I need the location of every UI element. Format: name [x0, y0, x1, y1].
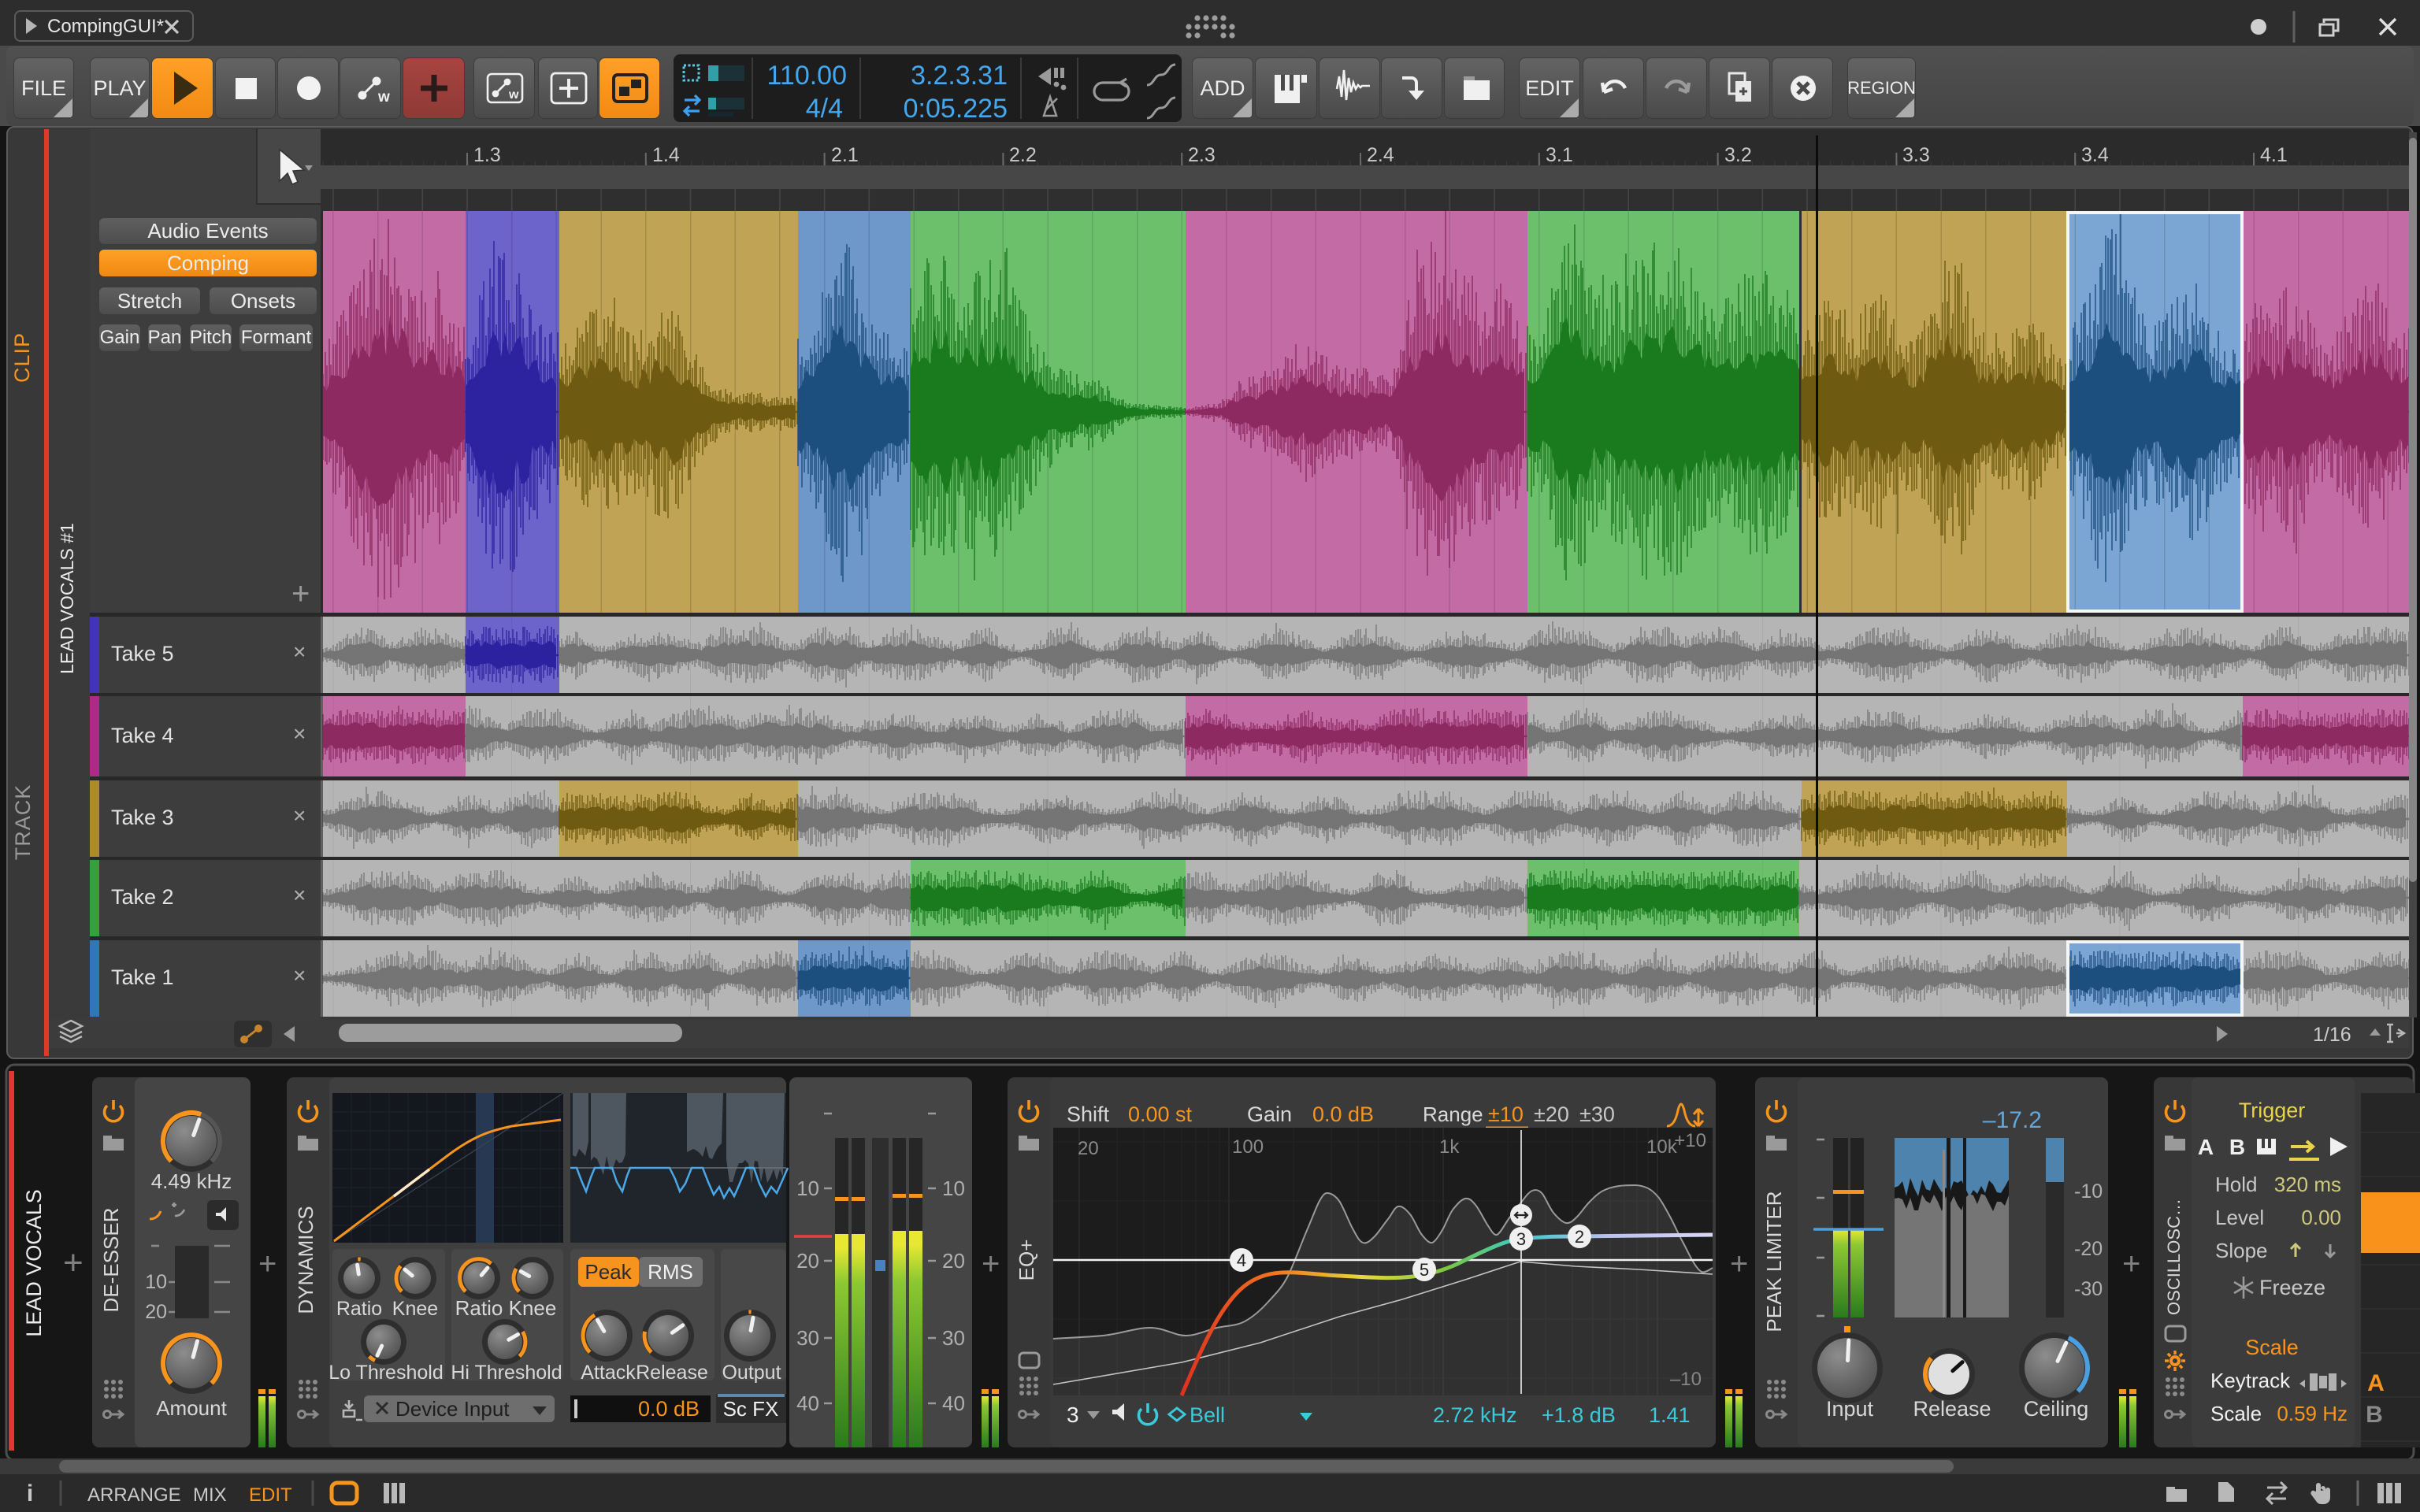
svg-text:OSCILLOSC…: OSCILLOSC…	[2164, 1199, 2184, 1315]
svg-text:+: +	[2122, 1247, 2140, 1281]
svg-text:Knee: Knee	[392, 1298, 438, 1320]
svg-text:A: A	[2198, 1135, 2214, 1159]
svg-text:+: +	[1730, 1247, 1748, 1281]
svg-text:ARRANGE: ARRANGE	[87, 1484, 181, 1506]
svg-text:±20: ±20	[1534, 1102, 1569, 1126]
svg-text:Device Input: Device Input	[395, 1397, 510, 1421]
svg-text:Knee: Knee	[509, 1296, 557, 1320]
svg-text:Slope: Slope	[2215, 1239, 2268, 1262]
svg-text:Ratio: Ratio	[455, 1296, 503, 1320]
svg-text:Attack: Attack	[581, 1362, 636, 1384]
svg-text:Amount: Amount	[156, 1396, 227, 1420]
svg-text:Input: Input	[1826, 1397, 1874, 1421]
svg-text:Sc FX: Sc FX	[723, 1397, 779, 1421]
svg-text:2.72 kHz: 2.72 kHz	[1433, 1403, 1517, 1427]
svg-text:B: B	[2229, 1135, 2245, 1159]
svg-text:Output: Output	[722, 1362, 781, 1384]
svg-text:-10: -10	[2074, 1180, 2103, 1203]
svg-text:LEAD VOCALS: LEAD VOCALS	[22, 1189, 46, 1337]
svg-text:w: w	[377, 89, 390, 106]
svg-text:DYNAMICS: DYNAMICS	[294, 1206, 317, 1314]
svg-text:30: 30	[942, 1326, 965, 1350]
svg-text:4: 4	[1237, 1251, 1246, 1270]
svg-text:20: 20	[796, 1249, 819, 1273]
svg-text:4.49 kHz: 4.49 kHz	[151, 1169, 232, 1193]
svg-text:+: +	[258, 1247, 277, 1281]
svg-text:Shift: Shift	[1067, 1102, 1110, 1126]
svg-text:Range: Range	[1423, 1102, 1483, 1126]
svg-text:Hi Threshold: Hi Threshold	[451, 1362, 562, 1384]
svg-text:2: 2	[1575, 1227, 1584, 1247]
svg-text:w: w	[508, 88, 519, 102]
svg-text:±10: ±10	[1488, 1102, 1524, 1126]
svg-text:Freeze: Freeze	[2259, 1276, 2325, 1299]
svg-text:30: 30	[796, 1326, 819, 1350]
svg-text:+: +	[982, 1247, 1000, 1281]
svg-text:Release: Release	[1913, 1397, 1991, 1421]
svg-text:Peak: Peak	[585, 1260, 632, 1284]
svg-text:Keytrack: Keytrack	[2210, 1369, 2291, 1392]
svg-text:-30: -30	[2074, 1278, 2103, 1300]
svg-text:40: 40	[796, 1392, 819, 1415]
svg-text:i: i	[27, 1480, 33, 1506]
svg-text:Ratio: Ratio	[336, 1298, 382, 1320]
svg-text:Lo Threshold: Lo Threshold	[328, 1362, 443, 1384]
svg-text:+1.8 dB: +1.8 dB	[1542, 1403, 1616, 1427]
svg-text:5: 5	[1420, 1260, 1429, 1280]
svg-text:10: 10	[796, 1177, 819, 1200]
svg-text:10: 10	[145, 1271, 167, 1293]
svg-text:10: 10	[942, 1177, 965, 1200]
svg-text:EQ+: EQ+	[1015, 1240, 1038, 1281]
svg-text:DE-ESSER: DE-ESSER	[99, 1208, 123, 1313]
svg-text:0.0 dB: 0.0 dB	[1312, 1102, 1374, 1126]
svg-text:Release: Release	[636, 1362, 708, 1384]
svg-text:Hold: Hold	[2215, 1173, 2257, 1196]
svg-text:3: 3	[1516, 1229, 1526, 1249]
svg-text:MIX: MIX	[193, 1484, 227, 1506]
svg-text:10k: 10k	[1646, 1136, 1678, 1158]
svg-text:1/16: 1/16	[2313, 1024, 2351, 1046]
svg-text:Scale: Scale	[2245, 1336, 2299, 1359]
svg-text:PEAK LIMITER: PEAK LIMITER	[1762, 1191, 1786, 1332]
svg-text:0.00: 0.00	[2301, 1206, 2341, 1229]
svg-text:Bell: Bell	[1190, 1403, 1225, 1427]
svg-text:Gain: Gain	[1247, 1102, 1292, 1126]
svg-text:20: 20	[942, 1249, 965, 1273]
svg-text:Trigger: Trigger	[2239, 1099, 2306, 1122]
svg-text:+: +	[63, 1243, 84, 1282]
svg-text:20: 20	[145, 1301, 167, 1323]
svg-text:0.0 dB: 0.0 dB	[638, 1397, 700, 1421]
svg-text:RMS: RMS	[648, 1260, 693, 1284]
svg-text:0.00 st: 0.00 st	[1128, 1102, 1193, 1126]
svg-text:1k: 1k	[1439, 1136, 1460, 1158]
svg-text:110.00: 110.00	[767, 61, 847, 91]
svg-text:0.59 Hz: 0.59 Hz	[2277, 1402, 2348, 1425]
svg-text:A: A	[2367, 1370, 2385, 1396]
svg-text:20: 20	[1078, 1138, 1099, 1159]
svg-text:40: 40	[942, 1392, 965, 1415]
svg-text:+10: +10	[1674, 1130, 1706, 1151]
svg-text:320 ms: 320 ms	[2274, 1173, 2341, 1196]
svg-text:–17.2: –17.2	[1983, 1107, 2042, 1133]
svg-text:4/4: 4/4	[806, 94, 843, 122]
svg-text:3: 3	[1067, 1403, 1079, 1427]
svg-text:-20: -20	[2074, 1238, 2103, 1260]
svg-text:Ceiling: Ceiling	[2024, 1397, 2089, 1421]
svg-text:Level: Level	[2215, 1206, 2264, 1229]
svg-text:0:05.225: 0:05.225	[904, 94, 1008, 122]
svg-text:1.41: 1.41	[1649, 1403, 1691, 1427]
svg-text:EDIT: EDIT	[249, 1484, 292, 1506]
svg-text:Scale: Scale	[2210, 1402, 2262, 1425]
svg-text:B: B	[2366, 1402, 2383, 1428]
svg-text:100: 100	[1232, 1136, 1264, 1158]
svg-text:3.2.3.31: 3.2.3.31	[911, 61, 1008, 91]
svg-text:±30: ±30	[1579, 1102, 1615, 1126]
